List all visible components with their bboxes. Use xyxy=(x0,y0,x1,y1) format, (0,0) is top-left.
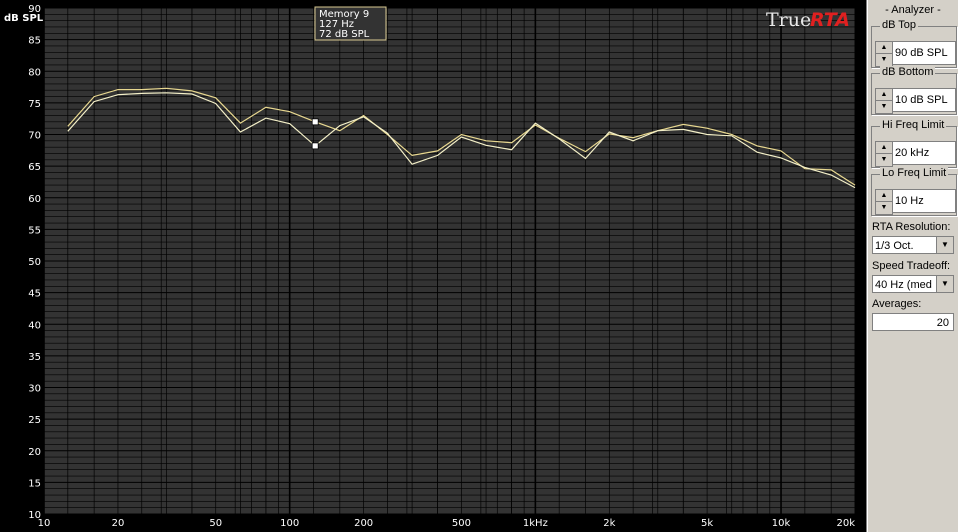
y-tick-label: 75 xyxy=(28,99,41,110)
spin-down-icon[interactable]: ▼ xyxy=(876,202,892,213)
grid xyxy=(43,7,856,515)
db-top-spinner[interactable]: ▲ ▼ xyxy=(875,41,893,67)
hi-freq-group: Hi Freq Limit ▲ ▼ 20 kHz xyxy=(871,119,957,168)
truerta-logo: True RTA xyxy=(766,9,850,31)
y-tick-label: 45 xyxy=(28,289,41,300)
y-tick-label: 35 xyxy=(28,352,41,363)
tooltip-level: 72 dB SPL xyxy=(319,29,370,40)
y-tick-label: 40 xyxy=(28,320,41,331)
chevron-down-icon[interactable]: ▼ xyxy=(936,237,953,253)
x-tick-label: 10k xyxy=(772,518,791,529)
x-tick-label: 500 xyxy=(452,518,471,529)
x-tick-label: 5k xyxy=(701,518,713,529)
y-tick-label: 65 xyxy=(28,162,41,173)
analyzer-panel: - Analyzer - dB Top ▲ ▼ 90 dB SPL dB Bott… xyxy=(868,0,958,532)
db-bottom-label: dB Bottom xyxy=(880,66,936,78)
x-tick-label: 50 xyxy=(209,518,222,529)
x-tick-label: 20 xyxy=(112,518,125,529)
y-tick-label: 80 xyxy=(28,67,41,78)
rta-resolution-value: 1/3 Oct. xyxy=(875,240,914,252)
speed-tradeoff-select[interactable]: 40 Hz (med ▼ xyxy=(872,275,954,293)
db-bottom-spinner[interactable]: ▲ ▼ xyxy=(875,88,893,114)
db-top-label: dB Top xyxy=(880,19,919,31)
y-tick-label: 30 xyxy=(28,384,41,395)
db-bottom-field[interactable]: 10 dB SPL xyxy=(892,88,956,112)
chevron-down-icon[interactable]: ▼ xyxy=(936,276,953,292)
speed-tradeoff-label: Speed Tradeoff: xyxy=(872,260,951,272)
y-tick-label: 25 xyxy=(28,415,41,426)
y-tick-label: 15 xyxy=(28,478,41,489)
x-tick-label: 200 xyxy=(354,518,373,529)
spin-up-icon[interactable]: ▲ xyxy=(876,190,892,202)
averages-label: Averages: xyxy=(872,298,922,310)
averages-field[interactable]: 20 xyxy=(872,313,954,331)
spin-up-icon[interactable]: ▲ xyxy=(876,42,892,54)
x-tick-label: 2k xyxy=(603,518,615,529)
y-tick-label: 85 xyxy=(28,36,41,47)
x-tick-label: 100 xyxy=(280,518,299,529)
spin-up-icon[interactable]: ▲ xyxy=(876,89,892,101)
analyzer-title: - Analyzer - xyxy=(885,4,941,16)
db-top-field[interactable]: 90 dB SPL xyxy=(892,41,956,65)
logo-true: True xyxy=(766,9,811,31)
rta-chart[interactable]: 1015202530354045505560657075808590 10 20 5… xyxy=(0,0,866,532)
hi-freq-label: Hi Freq Limit xyxy=(880,119,947,131)
lo-freq-group: Lo Freq Limit ▲ ▼ 10 Hz xyxy=(871,167,957,216)
hi-freq-spinner[interactable]: ▲ ▼ xyxy=(875,141,893,167)
y-tick-label: 50 xyxy=(28,257,41,268)
db-bottom-group: dB Bottom ▲ ▼ 10 dB SPL xyxy=(871,66,957,115)
spin-down-icon[interactable]: ▼ xyxy=(876,101,892,112)
y-tick-label: 60 xyxy=(28,194,41,205)
y-tick-label: 55 xyxy=(28,225,41,236)
x-tick-label: 1kHz xyxy=(523,518,548,529)
x-tick-label: 20k xyxy=(836,518,855,529)
rta-resolution-select[interactable]: 1/3 Oct. ▼ xyxy=(872,236,954,254)
hi-freq-field[interactable]: 20 kHz xyxy=(892,141,956,165)
cursor-marker-2[interactable] xyxy=(311,142,319,150)
memory-tooltip: Memory 9 127 Hz 72 dB SPL xyxy=(314,6,387,41)
x-tick-labels: 10 20 50 100 200 500 1kHz 2k 5k 10k 20k xyxy=(38,518,856,529)
x-tick-label: 10 xyxy=(38,518,51,529)
y-tick-label: 20 xyxy=(28,447,41,458)
speed-tradeoff-value: 40 Hz (med xyxy=(875,279,932,291)
rta-plot[interactable]: 10 15 20 25 30 35 40 45 50 55 60 65 70 75 80 85 90 10 20 5… xyxy=(0,0,866,532)
y-tick-labels: 1015202530354045505560657075808590 xyxy=(28,4,41,521)
y-tick-label: 70 xyxy=(28,131,41,142)
cursor-marker-1[interactable] xyxy=(311,118,319,126)
lo-freq-spinner[interactable]: ▲ ▼ xyxy=(875,189,893,215)
logo-rta: RTA xyxy=(810,9,850,31)
rta-resolution-label: RTA Resolution: xyxy=(872,221,951,233)
spin-down-icon[interactable]: ▼ xyxy=(876,54,892,65)
lo-freq-field[interactable]: 10 Hz xyxy=(892,189,956,213)
spin-up-icon[interactable]: ▲ xyxy=(876,142,892,154)
y-axis-label: dB SPL xyxy=(4,13,44,24)
lo-freq-label: Lo Freq Limit xyxy=(880,167,949,179)
db-top-group: dB Top ▲ ▼ 90 dB SPL xyxy=(871,19,957,68)
spin-down-icon[interactable]: ▼ xyxy=(876,154,892,165)
